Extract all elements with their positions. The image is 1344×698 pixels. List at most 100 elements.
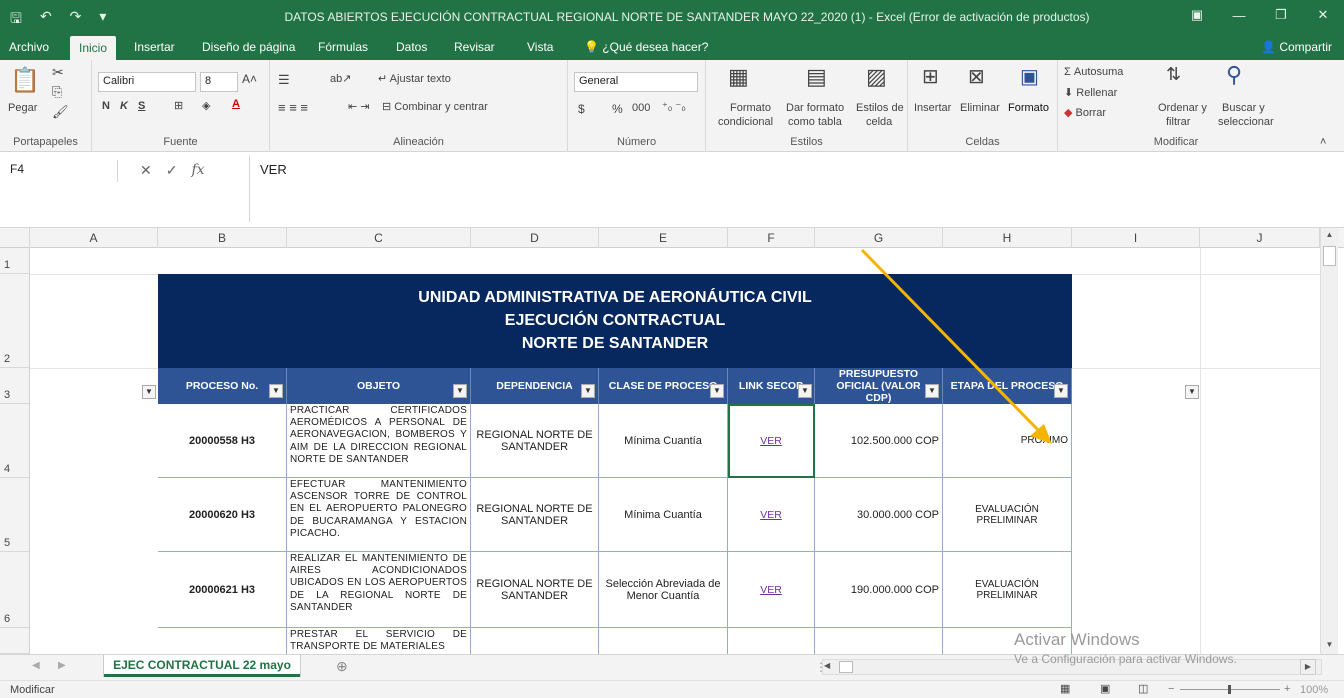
zoom-out-icon[interactable]: − xyxy=(1168,683,1174,695)
tab-revisar[interactable]: Revisar xyxy=(454,40,495,54)
italic-button[interactable]: K xyxy=(120,100,128,112)
tab-datos[interactable]: Datos xyxy=(396,40,427,54)
ribbon-display-options-icon[interactable]: ▣ xyxy=(1176,0,1218,30)
page-layout-icon[interactable]: ▣ xyxy=(1100,682,1110,695)
number-label: Número xyxy=(616,136,657,148)
sheet-tab[interactable]: EJEC CONTRACTUAL 22 mayo xyxy=(104,655,300,677)
formula-input[interactable]: VER xyxy=(249,156,1329,222)
borders-icon[interactable]: ⊞ xyxy=(174,99,183,112)
sort-filter-icon[interactable]: ⇅ xyxy=(1166,64,1181,85)
page-break-icon[interactable]: ◫ xyxy=(1138,682,1148,695)
conditional-format-line2[interactable]: condicional xyxy=(718,116,773,128)
scroll-thumb[interactable] xyxy=(1323,246,1336,266)
copy-icon[interactable]: ⎘ xyxy=(52,84,62,100)
enter-icon[interactable]: ✓ xyxy=(166,162,178,179)
currency-button[interactable]: $ xyxy=(578,102,585,116)
merge-center-button[interactable]: ⊟ Combinar y centrar xyxy=(382,100,488,113)
cells-group: ⊞ Insertar ⊠ Eliminar ▣ Formato Celdas xyxy=(908,60,1058,152)
tab-insertar[interactable]: Insertar xyxy=(134,40,175,54)
title-bar: 🖫 ↶ ↷ ▾ DATOS ABIERTOS EJECUCIÓN CONTRAC… xyxy=(0,0,1344,36)
font-name-select[interactable]: Calibri xyxy=(98,72,196,92)
scroll-left-icon[interactable]: ◀ xyxy=(824,661,836,673)
orientation-icon[interactable]: ab↗ xyxy=(330,72,351,85)
tab-diseno-pagina[interactable]: Diseño de página xyxy=(202,40,295,54)
tab-inicio[interactable]: Inicio xyxy=(70,36,116,60)
delete-cells-button[interactable]: Eliminar xyxy=(960,102,1000,114)
tab-archivo[interactable]: Archivo xyxy=(9,40,49,54)
next-sheet-icon[interactable]: ▶ xyxy=(58,660,66,671)
insert-function-icon[interactable]: fx xyxy=(191,162,204,179)
grow-font-icon[interactable]: A˄ xyxy=(242,72,257,86)
zoom-level[interactable]: 100% xyxy=(1300,684,1328,696)
cell-styles-line1[interactable]: Estilos de xyxy=(856,102,904,114)
sort-filter-line1[interactable]: Ordenar y xyxy=(1158,102,1207,114)
zoom-in-icon[interactable]: + xyxy=(1284,683,1290,695)
minimize-icon[interactable]: — xyxy=(1218,0,1260,30)
restore-icon[interactable]: ❐ xyxy=(1260,0,1302,30)
number-format-select[interactable]: General xyxy=(574,72,698,92)
share-button[interactable]: 👤 Compartir xyxy=(1261,40,1332,54)
alignment-label: Alineación xyxy=(393,136,444,148)
name-box[interactable]: F4 xyxy=(6,160,118,182)
editing-label: Modificar xyxy=(1153,136,1199,148)
cancel-icon[interactable]: ✕ xyxy=(140,162,152,179)
insert-cells-icon[interactable]: ⊞ xyxy=(922,64,939,89)
font-color-icon[interactable]: A xyxy=(232,98,240,110)
bold-button[interactable]: N xyxy=(102,100,110,112)
sort-filter-line2[interactable]: filtrar xyxy=(1166,116,1190,128)
conditional-format-line1[interactable]: Formato xyxy=(730,102,771,114)
indent-icon[interactable]: ⇤ ⇥ xyxy=(348,100,370,113)
underline-button[interactable]: S xyxy=(138,100,145,112)
tell-me-box[interactable]: 💡 ¿Qué desea hacer? xyxy=(584,40,708,54)
format-table-line2[interactable]: como tabla xyxy=(788,116,842,128)
zoom-slider-thumb[interactable] xyxy=(1228,685,1231,694)
worksheet-grid[interactable]: A B C D E F G H I J 1 2 3 4 5 6 UNIDAD A… xyxy=(0,228,1344,654)
fill-down-icon: ⬇ xyxy=(1064,87,1074,99)
format-cells-icon[interactable]: ▣ xyxy=(1020,64,1039,89)
find-select-line1[interactable]: Buscar y xyxy=(1222,102,1265,114)
paste-button[interactable]: Pegar xyxy=(8,102,37,114)
tab-vista[interactable]: Vista xyxy=(527,40,553,54)
add-sheet-icon[interactable]: ⊕ xyxy=(336,658,348,675)
autosum-button[interactable]: Σ Autosuma xyxy=(1064,66,1123,78)
font-size-select[interactable]: 8 xyxy=(200,72,238,92)
clear-button[interactable]: ◆ Borrar xyxy=(1064,106,1106,119)
delete-cells-icon[interactable]: ⊠ xyxy=(968,64,985,89)
format-table-line1[interactable]: Dar formato xyxy=(786,102,844,114)
close-icon[interactable]: ✕ xyxy=(1302,0,1344,30)
decimal-icon[interactable]: ⁺₀ ⁻₀ xyxy=(662,100,686,113)
search-icon[interactable]: ⚲ xyxy=(1226,62,1242,88)
tab-formulas[interactable]: Fórmulas xyxy=(318,40,368,54)
percent-button[interactable]: % xyxy=(612,102,623,116)
normal-view-icon[interactable]: ▦ xyxy=(1060,682,1070,695)
share-label: Compartir xyxy=(1279,40,1332,54)
align-left-icon[interactable]: ≡ ≡ ≡ xyxy=(278,100,308,115)
thousands-button[interactable]: 000 xyxy=(632,102,650,114)
window-controls: ▣ — ❐ ✕ xyxy=(1176,0,1344,30)
fill-color-icon[interactable]: ◈ xyxy=(202,99,210,112)
watermark-line-1: Activar Windows xyxy=(1014,630,1140,649)
sigma-icon: Σ xyxy=(1064,66,1071,78)
paste-icon[interactable]: 📋 xyxy=(10,66,40,95)
scroll-down-icon[interactable]: ▼ xyxy=(1323,640,1336,652)
prev-sheet-icon[interactable]: ◀ xyxy=(32,660,40,671)
wrap-text-button[interactable]: ↵ Ajustar texto xyxy=(378,72,451,85)
hscroll-thumb[interactable] xyxy=(839,661,853,673)
format-cells-button[interactable]: Formato xyxy=(1008,102,1049,114)
insert-cells-button[interactable]: Insertar xyxy=(914,102,951,114)
format-painter-icon[interactable]: 🖌 xyxy=(52,104,69,120)
format-table-icon[interactable]: ▤ xyxy=(806,64,827,90)
scroll-right-icon[interactable]: ▶ xyxy=(1300,659,1316,675)
top-align-icon[interactable]: ☰ xyxy=(278,72,290,88)
merge-center-label: Combinar y centrar xyxy=(394,101,488,113)
cell-styles-line2[interactable]: celda xyxy=(866,116,892,128)
vertical-scrollbar[interactable]: ▲ ▼ xyxy=(1320,228,1338,654)
conditional-format-icon[interactable]: ▦ xyxy=(728,64,749,90)
scroll-up-icon[interactable]: ▲ xyxy=(1323,230,1336,242)
cell-styles-icon[interactable]: ▨ xyxy=(866,64,887,90)
find-select-line2[interactable]: seleccionar xyxy=(1218,116,1274,128)
window-title: DATOS ABIERTOS EJECUCIÓN CONTRACTUAL REG… xyxy=(284,10,1090,24)
cut-icon[interactable]: ✂ xyxy=(52,64,64,81)
collapse-ribbon-icon[interactable]: ˄ xyxy=(1320,136,1326,148)
fill-button[interactable]: ⬇ Rellenar xyxy=(1064,86,1117,99)
